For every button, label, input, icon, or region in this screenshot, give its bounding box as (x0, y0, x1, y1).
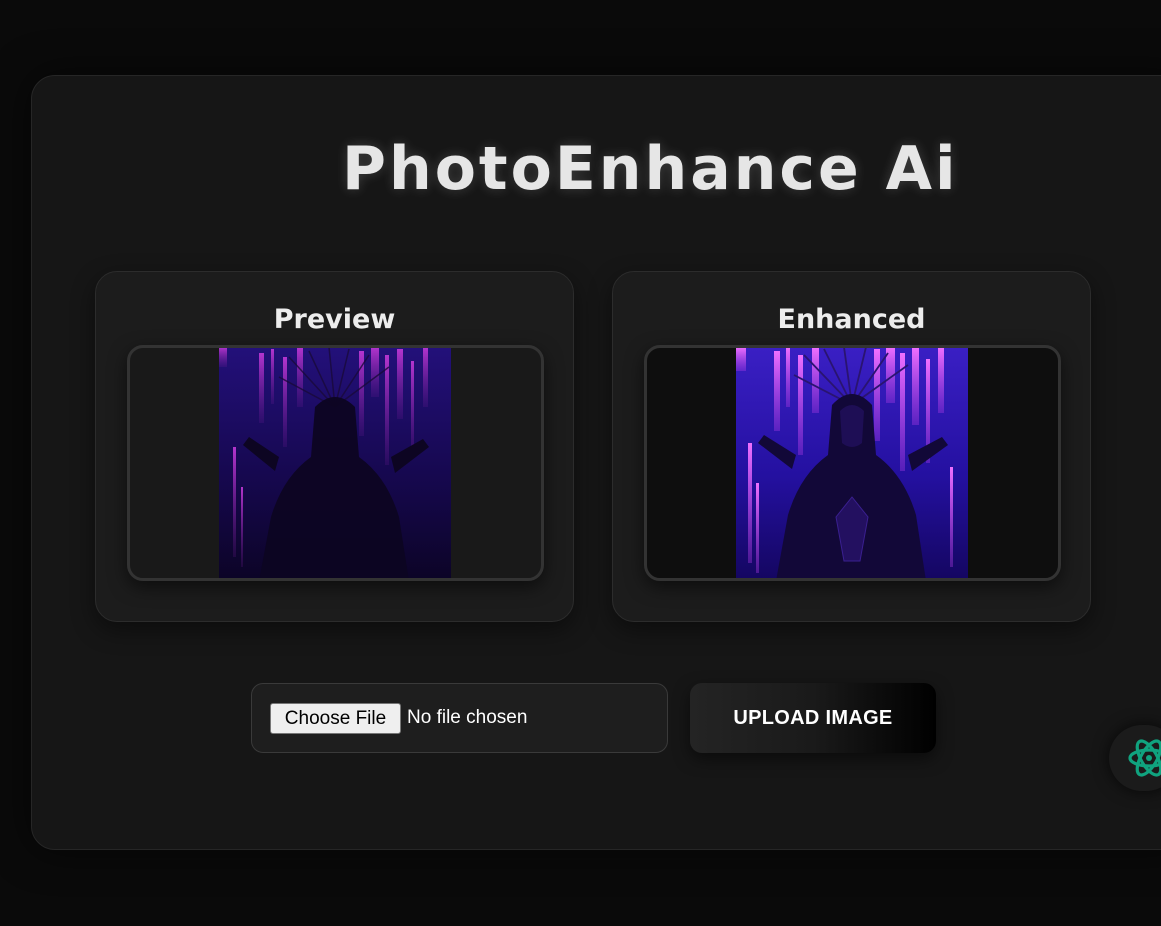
enhanced-label: Enhanced (777, 304, 926, 335)
enhanced-panel: Enhanced (612, 271, 1091, 622)
app-title: PhotoEnhance Ai (342, 134, 959, 204)
file-input[interactable]: Choose File No file chosen (251, 683, 668, 753)
upload-image-button[interactable]: UPLOAD IMAGE (690, 683, 936, 753)
preview-panel: Preview (95, 271, 574, 622)
preview-label: Preview (273, 304, 396, 335)
enhanced-image (736, 348, 968, 578)
choose-file-button[interactable]: Choose File (270, 703, 401, 734)
main-card: PhotoEnhance Ai Preview Enhanced Choose … (31, 75, 1161, 850)
preview-image-frame (127, 345, 544, 581)
enhanced-image-frame (644, 345, 1061, 581)
atom-assistant-icon (1128, 739, 1161, 777)
file-status-text: No file chosen (407, 707, 528, 728)
preview-image (219, 348, 451, 578)
